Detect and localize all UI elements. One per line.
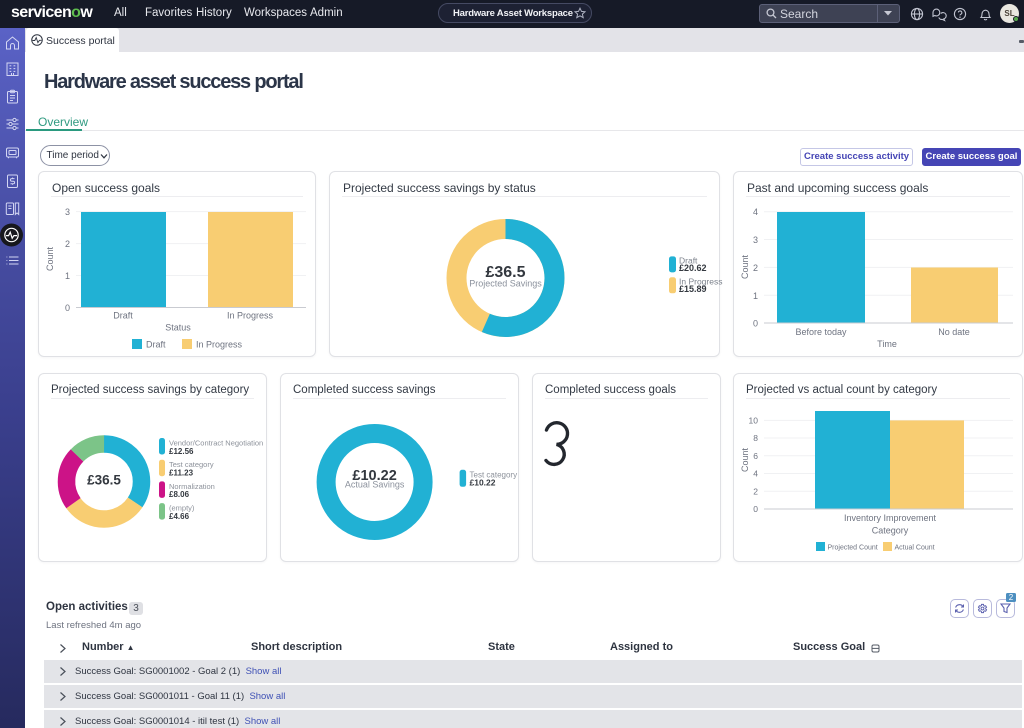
svg-text:0: 0 — [65, 303, 70, 313]
svg-text:2: 2 — [65, 239, 70, 249]
svg-text:In Progress: In Progress — [196, 340, 243, 350]
svg-text:4: 4 — [753, 469, 758, 479]
svg-text:0: 0 — [753, 319, 758, 329]
svg-text:2: 2 — [753, 486, 758, 496]
svg-text:3: 3 — [753, 235, 758, 245]
svg-text:£10.22: £10.22 — [470, 477, 496, 487]
svg-text:Status: Status — [165, 323, 191, 333]
svg-text:£15.89: £15.89 — [679, 284, 707, 294]
svg-text:Draft: Draft — [146, 340, 166, 350]
svg-text:£36.5: £36.5 — [87, 473, 121, 488]
svg-text:In Progress: In Progress — [227, 311, 274, 321]
svg-text:2: 2 — [753, 263, 758, 273]
svg-text:Actual Count: Actual Count — [895, 545, 935, 552]
svg-text:Before today: Before today — [795, 327, 847, 337]
svg-text:Inventory Improvement: Inventory Improvement — [844, 513, 937, 523]
svg-text:Count: Count — [740, 448, 750, 473]
svg-text:Draft: Draft — [113, 311, 133, 321]
svg-text:No date: No date — [938, 327, 970, 337]
svg-text:Count: Count — [740, 255, 750, 280]
svg-text:£11.23: £11.23 — [169, 469, 194, 478]
svg-text:Projected Count: Projected Count — [828, 545, 878, 552]
svg-text:3: 3 — [65, 207, 70, 217]
svg-text:£4.66: £4.66 — [169, 512, 190, 521]
svg-text:6: 6 — [753, 451, 758, 461]
svg-text:£12.56: £12.56 — [169, 447, 194, 456]
svg-text:£8.06: £8.06 — [169, 490, 190, 499]
svg-text:Actual Savings: Actual Savings — [345, 480, 405, 490]
svg-text:Projected Savings: Projected Savings — [469, 279, 542, 289]
svg-text:10: 10 — [749, 415, 759, 425]
svg-text:Category: Category — [872, 526, 909, 536]
svg-text:£20.62: £20.62 — [679, 263, 707, 273]
svg-text:0: 0 — [753, 504, 758, 514]
svg-text:4: 4 — [753, 207, 758, 217]
svg-text:1: 1 — [65, 271, 70, 281]
svg-text:1: 1 — [753, 291, 758, 301]
svg-text:Count: Count — [45, 247, 55, 272]
svg-text:Time: Time — [877, 339, 897, 349]
svg-text:8: 8 — [753, 433, 758, 443]
